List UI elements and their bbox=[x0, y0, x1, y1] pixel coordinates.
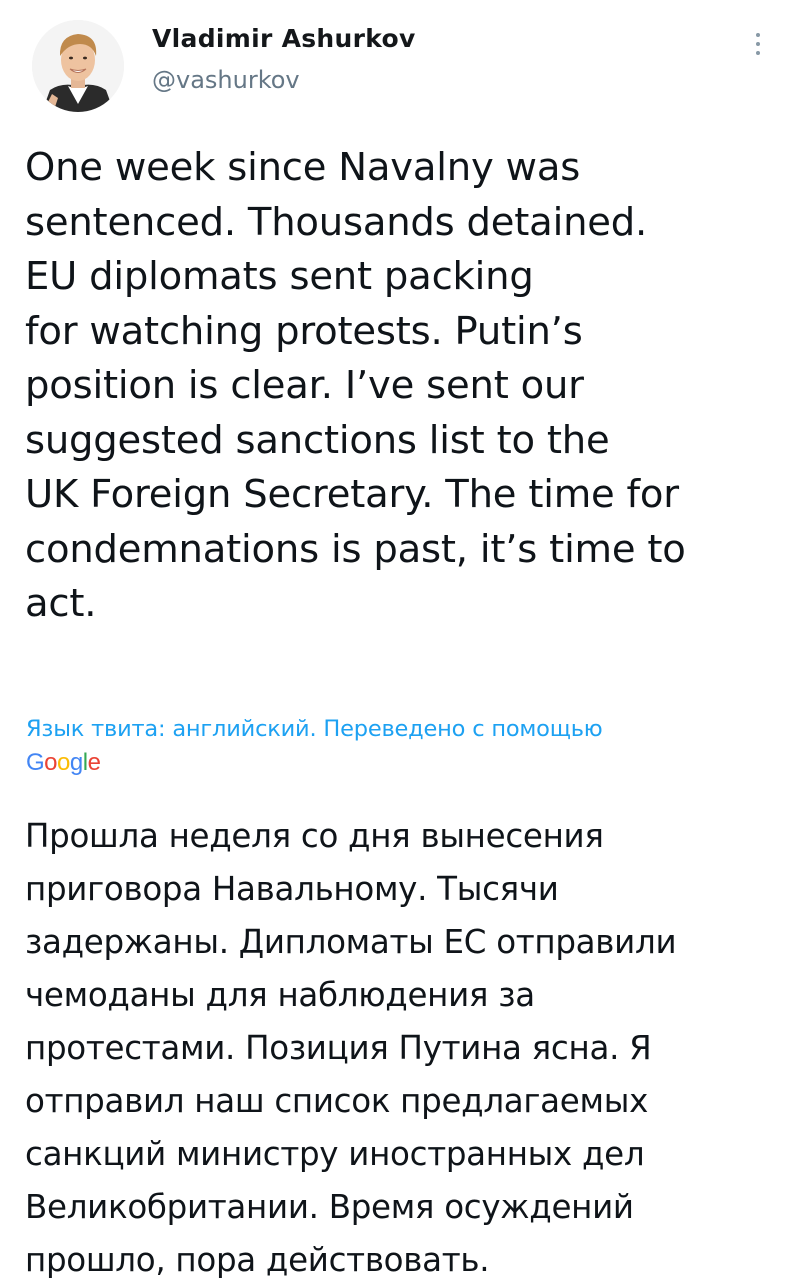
vertical-ellipsis-icon bbox=[756, 51, 760, 55]
translated-tweet-text: Прошла неделя со дня вынесения приговора… bbox=[25, 817, 677, 1279]
tweet-header: Vladimir Ashurkov @vashurkov bbox=[30, 18, 770, 118]
google-logo-letter: e bbox=[87, 749, 101, 776]
vertical-ellipsis-icon bbox=[756, 33, 760, 37]
google-logo-letter: o bbox=[44, 749, 58, 776]
google-logo-letter: o bbox=[57, 749, 70, 776]
translation-note-link[interactable]: Язык твита: английский. Переведено с пом… bbox=[26, 713, 766, 745]
author-display-name[interactable]: Vladimir Ashurkov bbox=[152, 24, 416, 54]
vertical-ellipsis-icon bbox=[756, 42, 760, 46]
google-logo: Google bbox=[26, 747, 101, 779]
google-logo-letter: G bbox=[26, 749, 45, 776]
author-handle[interactable]: @vashurkov bbox=[152, 66, 416, 94]
user-avatar-photo-icon bbox=[32, 20, 124, 112]
more-options-button[interactable] bbox=[746, 28, 770, 60]
avatar[interactable] bbox=[32, 20, 124, 112]
google-logo-letter: g bbox=[69, 749, 83, 776]
tweet-text: One week since Navalny was sentenced. Th… bbox=[25, 145, 686, 626]
author-names: Vladimir Ashurkov @vashurkov bbox=[152, 24, 416, 94]
